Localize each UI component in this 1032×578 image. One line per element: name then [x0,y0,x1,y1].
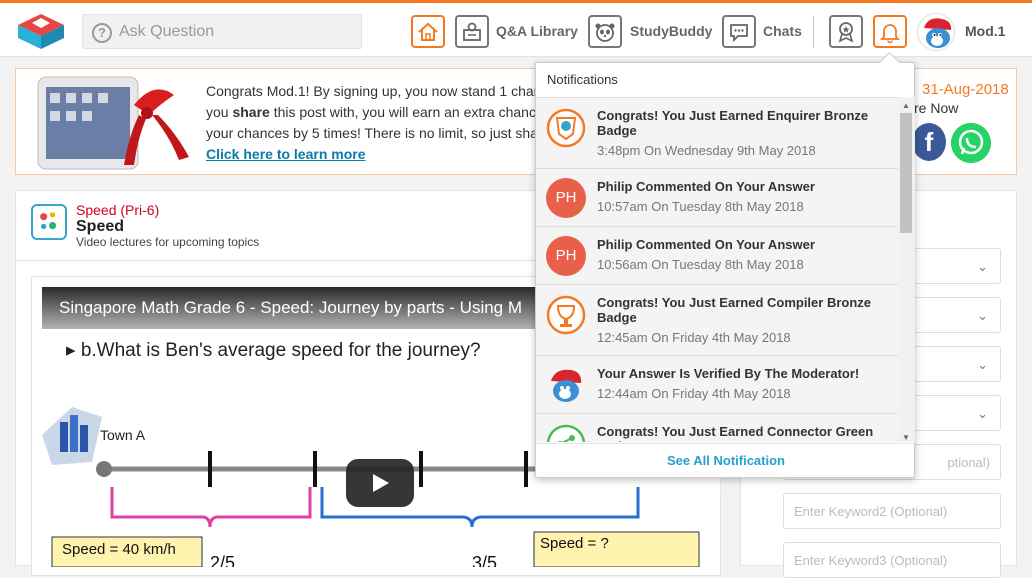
see-all-notifications-link[interactable]: See All Notification [536,443,916,477]
chevron-down-icon: ⌄ [977,357,988,372]
promo-now-text: re Now [914,100,959,116]
username-label[interactable]: Mod.1 [965,23,1005,39]
notification-item[interactable]: PH Philip Commented On Your Answer 10:57… [536,169,898,227]
notification-item[interactable]: Your Answer Is Verified By The Moderator… [536,356,898,414]
learn-more-link[interactable]: Click here to learn more [206,144,546,165]
video-question-text: ▸ b.What is Ben's average speed for the … [66,340,481,361]
notifications-scroll-thumb[interactable] [900,113,912,233]
top-header: ? Q&A Library StudyBuddy Chats Mod.1 [0,3,1032,57]
notifications-list: Congrats! You Just Earned Enquirer Bronz… [536,97,898,442]
bell-icon [879,24,901,43]
moderator-avatar-icon [551,369,582,402]
home-icon [418,22,438,41]
panda-icon [595,23,615,42]
award-icon [838,22,854,43]
question-icon: ? [92,23,112,43]
notification-text: Philip Commented On Your Answer [597,237,815,252]
topic-icon [31,204,67,240]
notification-time: 12:44am On Friday 4th May 2018 [597,386,791,401]
keyword2-input[interactable]: Enter Keyword2 (Optional) [783,493,1001,529]
chats-label[interactable]: Chats [763,23,802,39]
promo-line-2: you share this post with, you will earn … [206,104,544,120]
notification-item[interactable]: PH Philip Commented On Your Answer 10:56… [536,227,898,285]
notifications-dropdown: Notifications Congrats! You Just Earned … [535,62,916,478]
topic-subtitle: Video lectures for upcoming topics [76,235,260,249]
town-label: Town A [100,427,146,443]
notification-text: Philip Commented On Your Answer [597,179,815,194]
green-badge-icon [546,424,586,442]
chevron-down-icon: ⌄ [977,259,988,274]
notification-time: 3:48pm On Wednesday 9th May 2018 [597,143,816,158]
bronze-badge-icon [546,295,586,335]
chevron-down-icon: ⌄ [977,406,988,421]
bronze-badge-icon [546,108,586,148]
chats-button[interactable] [722,15,756,48]
header-divider [813,16,814,48]
notification-item[interactable]: Congrats! You Just Earned Compiler Bronz… [536,285,898,356]
notification-time: 10:56am On Tuesday 8th May 2018 [597,257,804,272]
notifications-title: Notifications [547,72,618,87]
studybuddy-label[interactable]: StudyBuddy [630,23,712,39]
ipad-gift-image [37,76,189,170]
smurf-avatar-icon [924,18,952,48]
scroll-down-icon[interactable]: ▼ [902,433,910,442]
notification-text: Congrats! You Just Earned Enquirer Bronz… [597,108,869,138]
whatsapp-share-icon[interactable] [951,123,991,163]
scroll-up-icon[interactable]: ▲ [902,101,910,110]
studybuddy-button[interactable] [588,15,622,48]
qa-library-label[interactable]: Q&A Library [496,23,578,39]
speed1-label: Speed = 40 km/h [62,541,176,558]
qa-library-icon [463,22,481,41]
notification-item[interactable]: Congrats! You Just Earned Connector Gree… [536,414,898,442]
chat-icon [730,24,748,43]
ask-question-input[interactable] [119,21,349,43]
promo-line-1: Congrats Mod.1! By signing up, you now s… [206,83,546,99]
keyword3-input[interactable]: Enter Keyword3 (Optional) [783,542,1001,578]
awards-button[interactable] [829,15,863,48]
topic-category[interactable]: Speed (Pri-6) [76,202,159,218]
promo-text: Congrats Mod.1! By signing up, you now s… [206,81,546,165]
notification-text: Congrats! You Just Earned Compiler Bronz… [597,295,872,325]
ask-question-box[interactable]: ? [82,14,362,49]
notification-time: 10:57am On Tuesday 8th May 2018 [597,199,804,214]
fraction-2: 3/5 [472,553,498,567]
user-initials-avatar: PH [546,178,586,218]
speed2-label: Speed = ? [540,535,609,552]
user-initials-avatar: PH [546,236,586,276]
topic-title: Speed [76,218,125,235]
play-icon [373,474,389,492]
fraction-1: 2/5 [210,553,236,567]
notifications-button[interactable] [873,15,907,48]
qa-library-button[interactable] [455,15,489,48]
play-button[interactable] [346,459,414,507]
logo-icon[interactable] [14,11,68,51]
promo-date: 31-Aug-2018 [922,81,1009,98]
home-button[interactable] [411,15,445,48]
promo-line-3: your chances by 5 times! There is no lim… [206,125,546,141]
facebook-share-icon[interactable]: f [912,123,946,161]
notification-text: Congrats! You Just Earned Connector Gree… [597,424,874,442]
chevron-down-icon: ⌄ [977,308,988,323]
notification-item[interactable]: Congrats! You Just Earned Enquirer Bronz… [536,98,898,169]
notification-time: 12:45am On Friday 4th May 2018 [597,330,791,345]
user-avatar[interactable] [917,13,955,51]
notification-text: Your Answer Is Verified By The Moderator… [597,366,860,381]
